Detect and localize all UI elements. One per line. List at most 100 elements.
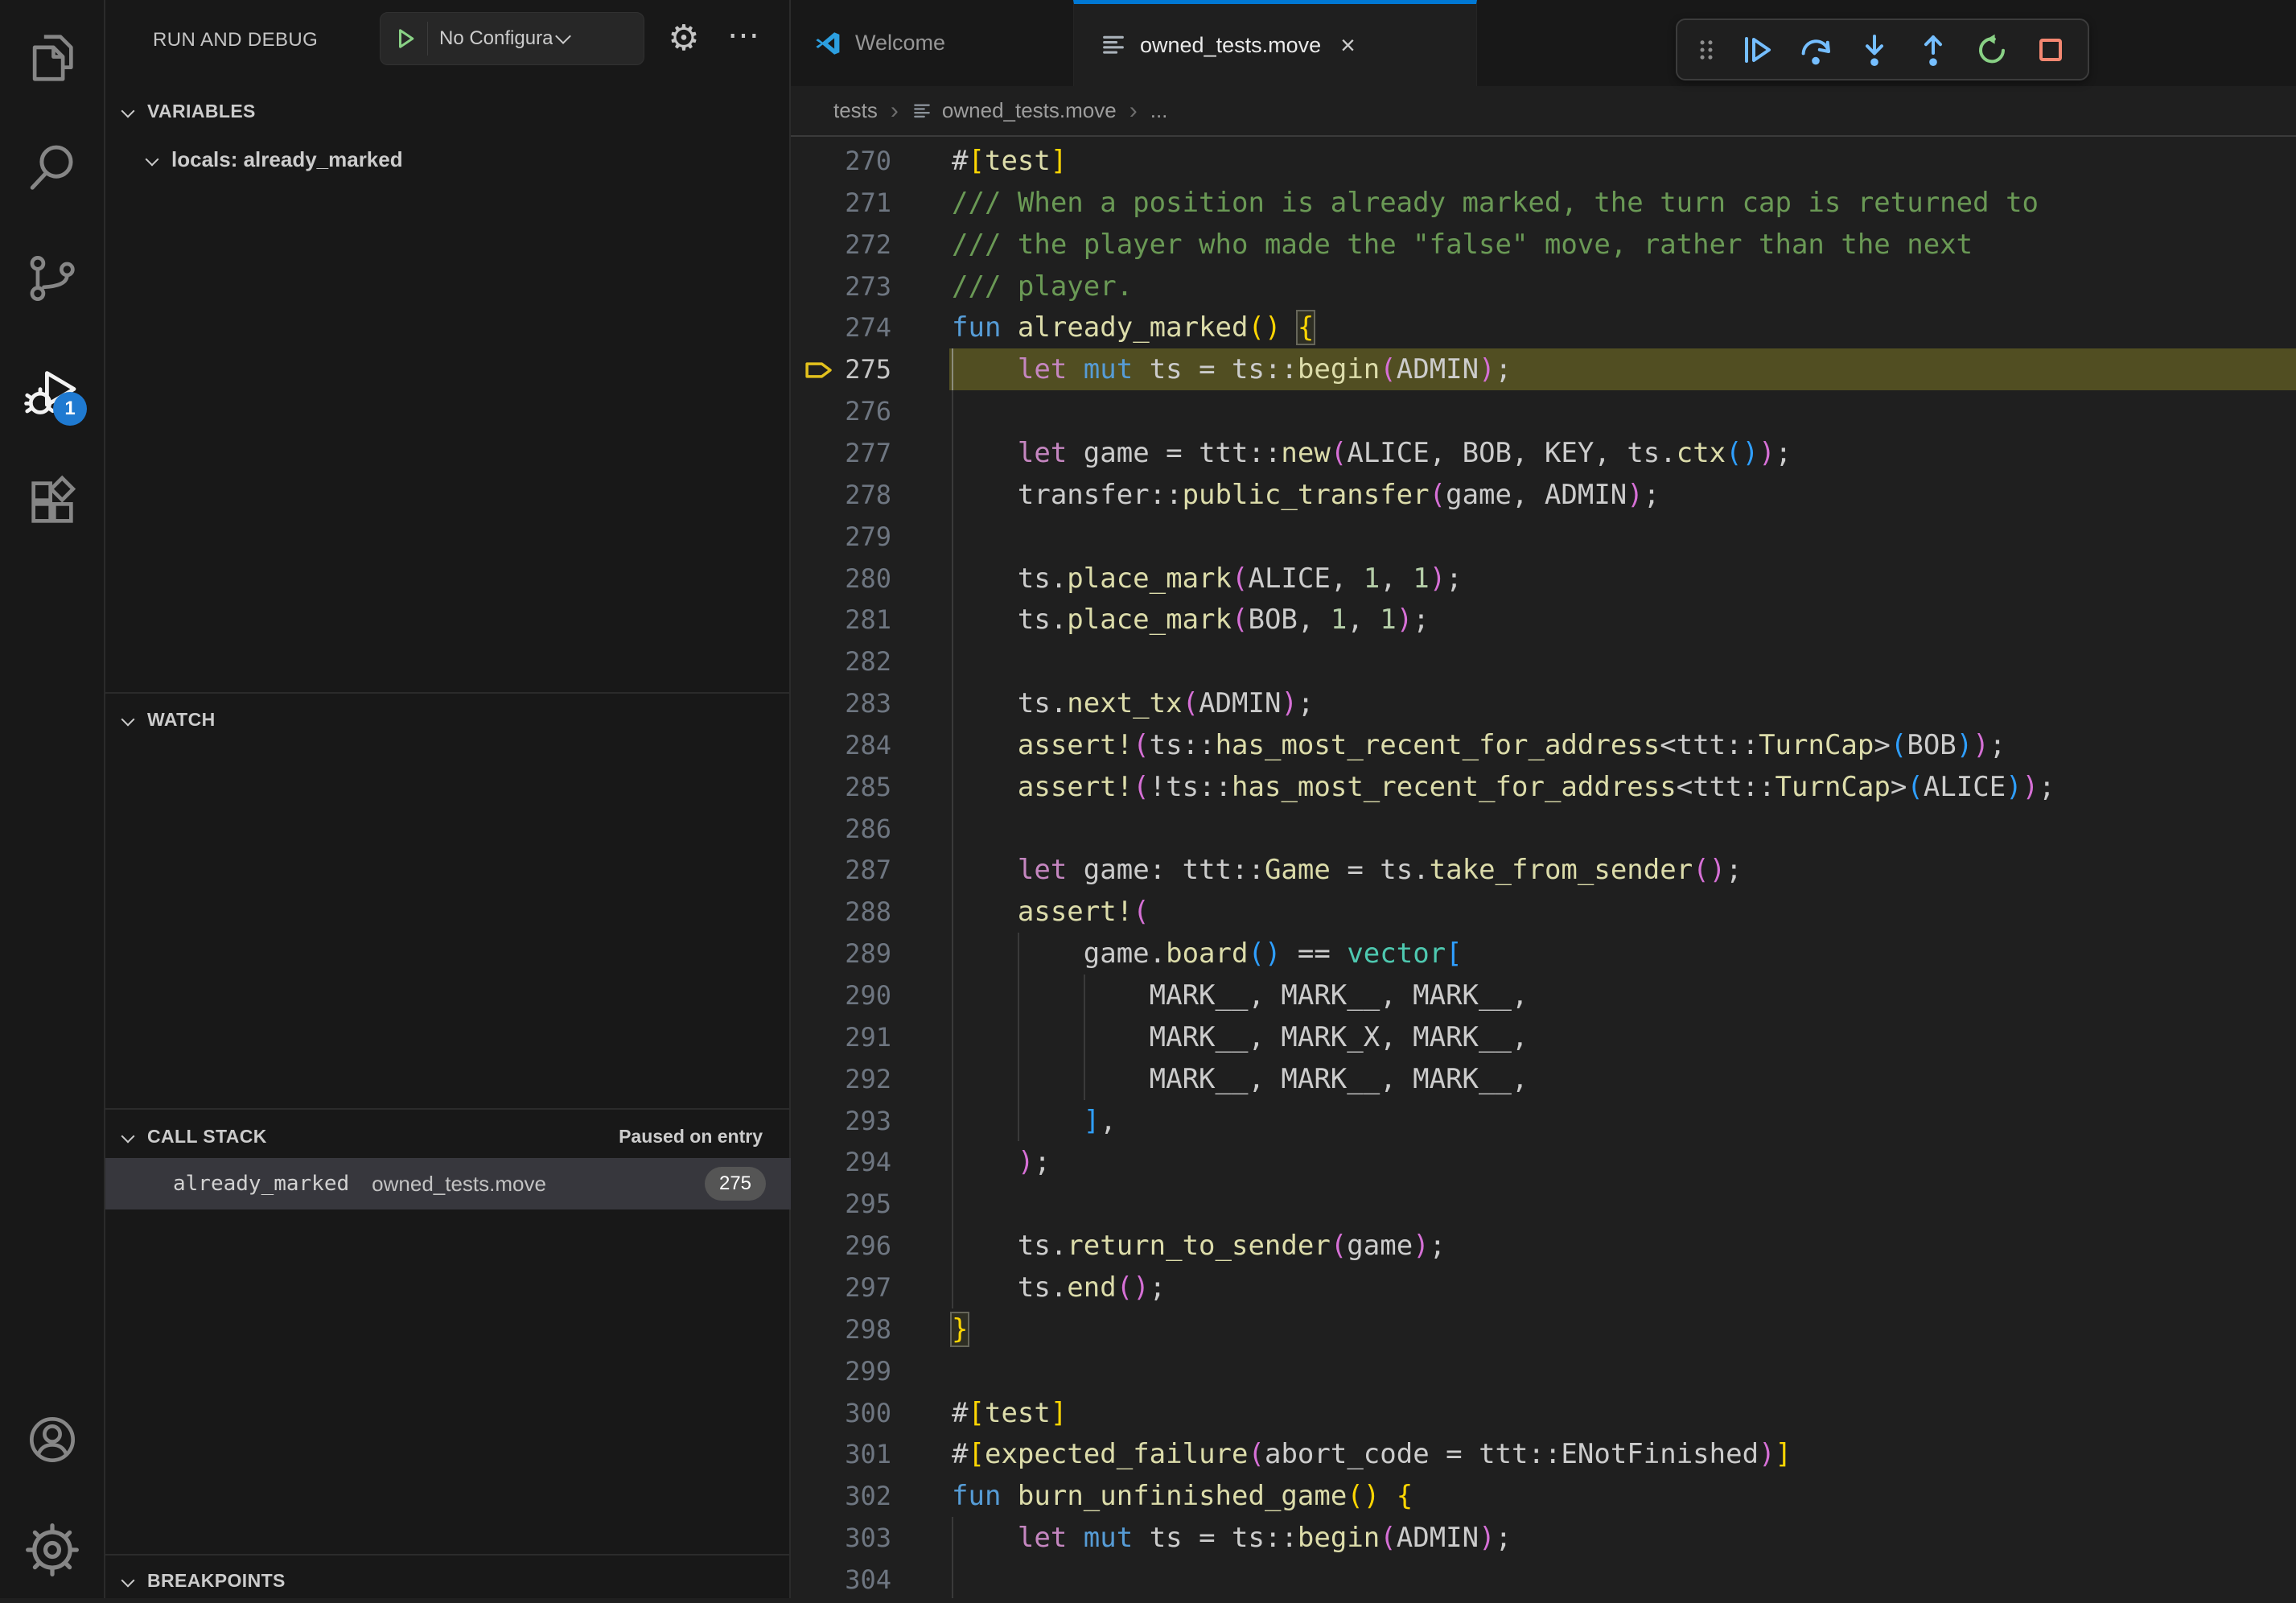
- code-line: 278 transfer::public_transfer(game, ADMI…: [791, 474, 2296, 516]
- line-number[interactable]: 303: [791, 1517, 891, 1559]
- restart-button[interactable]: [1966, 24, 2018, 76]
- code-line-text: ts.return_to_sender(game);: [952, 1225, 1446, 1267]
- line-number[interactable]: 283: [791, 682, 891, 724]
- run-and-debug-sidebar: RUN AND DEBUG No Configura ⚙ ⋯ VARIABLES…: [105, 0, 791, 1598]
- line-number[interactable]: 289: [791, 933, 891, 975]
- variables-scope-label: locals: already_marked: [171, 147, 403, 172]
- tab-owned-tests-move[interactable]: owned_tests.move ×: [1073, 0, 1477, 86]
- code-line: 271/// When a position is already marked…: [791, 182, 2296, 224]
- line-number[interactable]: 281: [791, 599, 891, 641]
- line-number[interactable]: 297: [791, 1267, 891, 1308]
- sidebar-item-source-control[interactable]: [0, 238, 104, 319]
- chevron-down-icon: [556, 28, 572, 44]
- step-into-button[interactable]: [1849, 24, 1900, 76]
- stop-button[interactable]: [2025, 24, 2076, 76]
- code-line: 274 fun already_marked() {: [791, 307, 2296, 348]
- variables-section-header[interactable]: VARIABLES: [105, 89, 791, 134]
- breadcrumb-item-tests[interactable]: tests: [833, 98, 878, 123]
- step-out-button[interactable]: [1907, 24, 1959, 76]
- line-number[interactable]: 279: [791, 516, 891, 558]
- code-line-text: #[expected_failure(abort_code = ttt::ENo…: [952, 1433, 1792, 1475]
- code-line-text: /// the player who made the "false" move…: [952, 224, 1973, 266]
- line-number[interactable]: 288: [791, 891, 891, 933]
- line-number[interactable]: 295: [791, 1183, 891, 1225]
- line-number[interactable]: 291: [791, 1016, 891, 1058]
- line-number[interactable]: 285: [791, 766, 891, 808]
- code-line: 283 ts.next_tx(ADMIN);: [791, 682, 2296, 724]
- line-number[interactable]: 280: [791, 558, 891, 600]
- line-number[interactable]: 290: [791, 975, 891, 1016]
- line-number[interactable]: 284: [791, 724, 891, 766]
- code-line: 287 let game: ttt::Game = ts.take_from_s…: [791, 849, 2296, 891]
- line-number[interactable]: 275: [791, 348, 891, 390]
- line-number[interactable]: 302: [791, 1475, 891, 1517]
- code-line: 301 #[expected_failure(abort_code = ttt::…: [791, 1433, 2296, 1475]
- close-tab-icon[interactable]: ×: [1340, 32, 1356, 58]
- code-line: 303 let mut ts = ts::begin(ADMIN);: [791, 1517, 2296, 1559]
- chevron-down-icon: [121, 105, 135, 118]
- line-number[interactable]: 277: [791, 432, 891, 474]
- line-number[interactable]: 296: [791, 1225, 891, 1267]
- continue-icon: [1738, 31, 1776, 69]
- code-line-text: let game: ttt::Game = ts.take_from_sende…: [952, 849, 1743, 891]
- line-number[interactable]: 293: [791, 1100, 891, 1142]
- step-over-icon: [1796, 31, 1835, 69]
- start-debugging-button[interactable]: [381, 22, 428, 56]
- call-stack-frame-row[interactable]: already_marked owned_tests.move 275: [105, 1158, 791, 1209]
- debug-configuration-dropdown[interactable]: No Configura: [380, 12, 644, 65]
- sidebar-item-run-and-debug[interactable]: 1: [0, 352, 104, 432]
- sidebar-item-explorer[interactable]: [0, 18, 104, 98]
- code-editor[interactable]: 270#[test]271/// When a position is alre…: [791, 138, 2296, 1598]
- line-number[interactable]: 300: [791, 1392, 891, 1434]
- code-line-text: let mut ts = ts::begin(ADMIN);: [952, 1517, 1512, 1559]
- frame-line-badge: 275: [705, 1167, 766, 1201]
- breakpoints-section-header[interactable]: BREAKPOINTS: [105, 1558, 791, 1603]
- code-line-text: fun already_marked() {: [952, 307, 1314, 348]
- sidebar-item-search[interactable]: [0, 128, 104, 208]
- breadcrumb-separator: ›: [891, 97, 899, 125]
- line-number[interactable]: 299: [791, 1350, 891, 1392]
- line-number[interactable]: 287: [791, 849, 891, 891]
- line-number[interactable]: 292: [791, 1058, 891, 1100]
- line-number[interactable]: 272: [791, 224, 891, 266]
- line-number[interactable]: 286: [791, 808, 891, 850]
- settings-button[interactable]: [0, 1510, 104, 1590]
- call-stack-section-header[interactable]: CALL STACK Paused on entry: [105, 1114, 791, 1159]
- code-line-text: assert!(: [952, 891, 1150, 933]
- accounts-button[interactable]: [0, 1399, 104, 1480]
- sidebar-item-extensions[interactable]: [0, 462, 104, 542]
- sidebar-title: RUN AND DEBUG: [153, 29, 318, 52]
- variables-scope-row[interactable]: locals: already_marked: [105, 137, 791, 182]
- toolbar-drag-handle[interactable]: [1689, 24, 1724, 76]
- line-number[interactable]: 276: [791, 390, 891, 432]
- start-debugging-icon: [389, 24, 418, 53]
- line-number[interactable]: 294: [791, 1141, 891, 1183]
- vscode-logo-icon: [813, 29, 842, 58]
- line-number[interactable]: 273: [791, 266, 891, 307]
- code-line: 302fun burn_unfinished_game() {: [791, 1475, 2296, 1517]
- line-number[interactable]: 301: [791, 1433, 891, 1475]
- line-number[interactable]: 278: [791, 474, 891, 516]
- continue-button[interactable]: [1731, 24, 1783, 76]
- step-over-button[interactable]: [1790, 24, 1841, 76]
- code-line-text: transfer::public_transfer(game, ADMIN);: [952, 474, 1660, 516]
- line-number[interactable]: 271: [791, 182, 891, 224]
- breadcrumb-item-file[interactable]: owned_tests.move: [942, 98, 1117, 123]
- code-line: 276: [791, 390, 2296, 432]
- breadcrumb-item-symbol[interactable]: ...: [1150, 98, 1168, 123]
- line-number[interactable]: 304: [791, 1559, 891, 1598]
- line-number[interactable]: 282: [791, 641, 891, 682]
- tab-welcome[interactable]: Welcome: [791, 0, 1073, 86]
- line-number[interactable]: 274: [791, 307, 891, 348]
- search-icon: [24, 140, 80, 196]
- line-number[interactable]: 298: [791, 1308, 891, 1350]
- watch-section-header[interactable]: WATCH: [105, 697, 791, 742]
- code-line: 293 ],: [791, 1100, 2296, 1142]
- line-number[interactable]: 270: [791, 140, 891, 182]
- more-actions-icon[interactable]: ⋯: [723, 14, 765, 56]
- restart-icon: [1973, 31, 2011, 69]
- watch-section-label: WATCH: [147, 709, 216, 731]
- code-line-text: ts.end();: [952, 1267, 1166, 1308]
- debug-settings-icon[interactable]: ⚙: [663, 18, 705, 60]
- code-line: 280 ts.place_mark(ALICE, 1, 1);: [791, 558, 2296, 600]
